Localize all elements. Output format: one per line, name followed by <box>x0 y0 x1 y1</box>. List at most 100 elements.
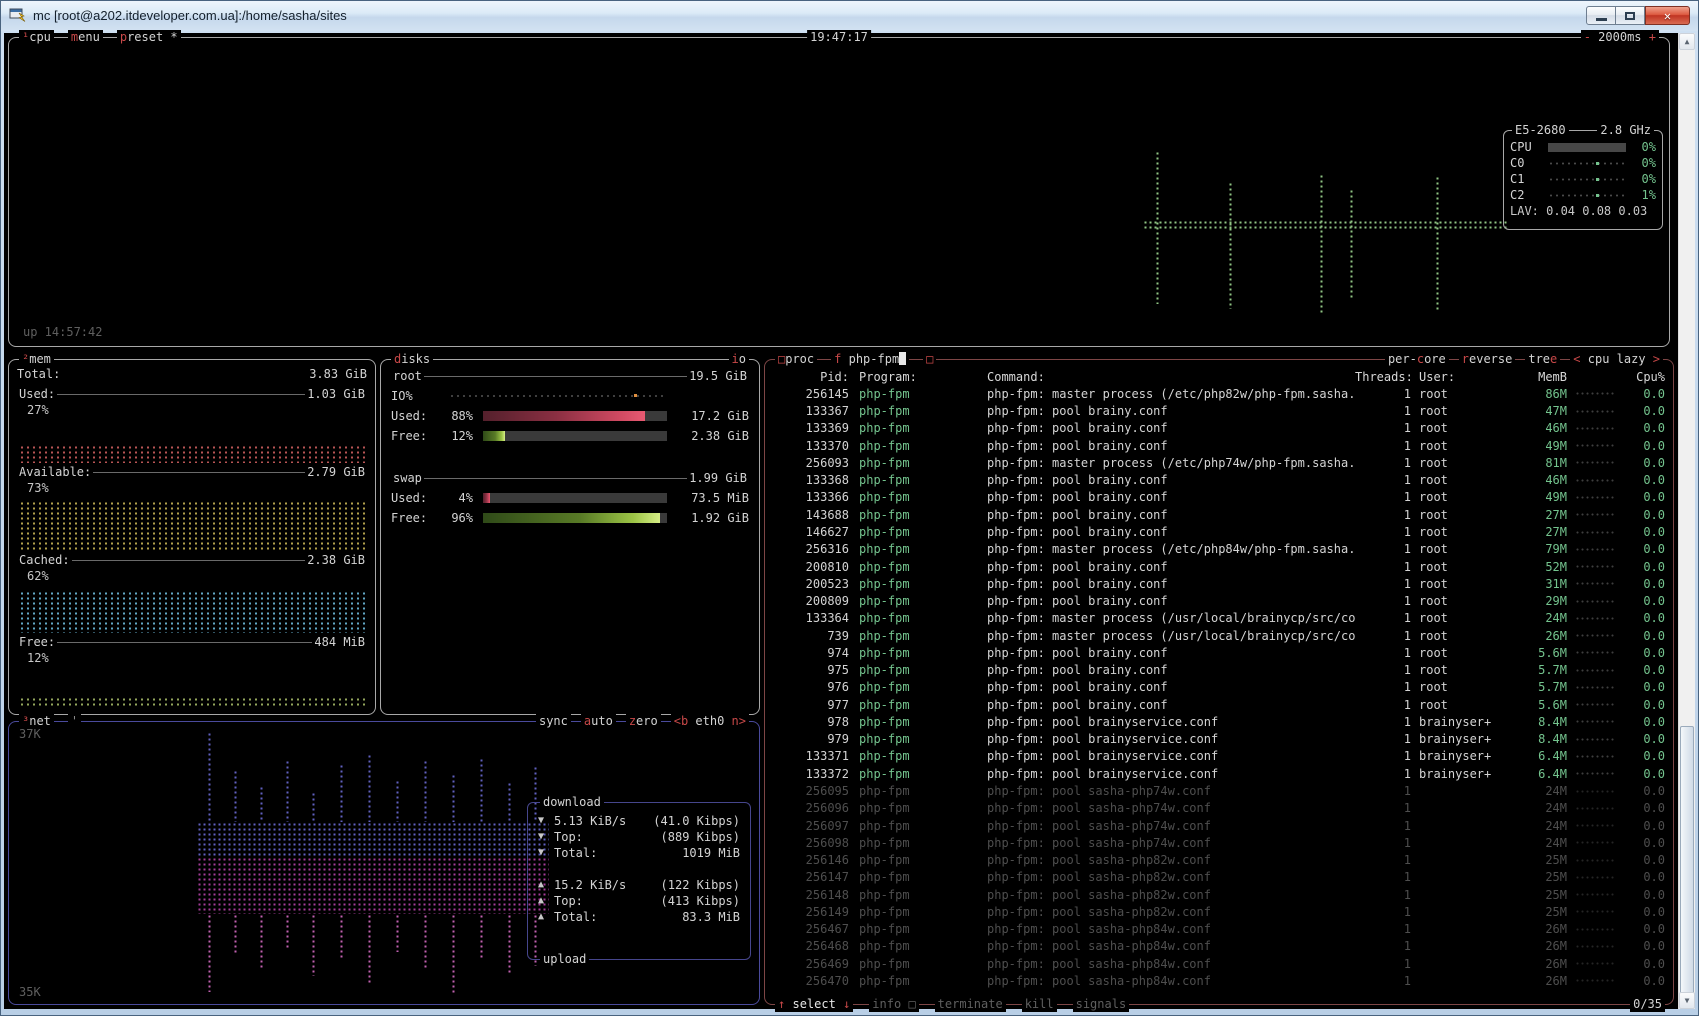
mem-section: Available:2.79 GiB73% <box>17 464 367 552</box>
net-auto-toggle[interactable]: auto <box>581 714 616 729</box>
process-row[interactable]: 143688php-fpmphp-fpm: pool brainy.conf1r… <box>773 506 1665 523</box>
scrollbar[interactable]: ▲ ▼ <box>1678 33 1695 1009</box>
col-threads[interactable]: Threads: <box>1355 369 1411 385</box>
net-tick: ' <box>68 714 81 729</box>
maximize-button[interactable] <box>1616 6 1645 25</box>
process-row[interactable]: 256097php-fpmphp-fpm: pool sasha-php74w.… <box>773 817 1665 834</box>
process-table: Pid: Program: Command: Threads: User: Me… <box>773 368 1665 992</box>
disk-swap-name: swap <box>391 470 424 486</box>
process-row[interactable]: 256146php-fpmphp-fpm: pool sasha-php82w.… <box>773 851 1665 868</box>
tree-view-toggle[interactable]: tree <box>1525 352 1560 367</box>
process-row[interactable]: 739php-fpmphp-fpm: master process (/usr/… <box>773 627 1665 644</box>
process-row[interactable]: 256096php-fpmphp-fpm: pool sasha-php74w.… <box>773 800 1665 817</box>
minimize-button[interactable] <box>1586 6 1616 25</box>
net-interface-switcher[interactable]: <b eth0 n> <box>671 714 749 729</box>
net-sync-toggle[interactable]: sync <box>536 714 571 729</box>
process-row[interactable]: 133366php-fpmphp-fpm: pool brainy.conf1r… <box>773 489 1665 506</box>
disk-swap-free-row: Free: 96% 1.92 GiB <box>391 510 749 526</box>
info-action[interactable]: info □ <box>869 997 918 1012</box>
process-row[interactable]: 977php-fpmphp-fpm: pool brainy.conf1root… <box>773 696 1665 713</box>
process-row[interactable]: 133372php-fpmphp-fpm: pool brainyservice… <box>773 765 1665 782</box>
mem-total-value: 3.83 GiB <box>309 366 367 386</box>
process-row[interactable]: 256098php-fpmphp-fpm: pool sasha-php74w.… <box>773 834 1665 851</box>
network-panel: ³net ' sync auto zero <b eth0 n> 37K 35K… <box>8 721 760 1005</box>
process-row[interactable]: 133368php-fpmphp-fpm: pool brainy.conf1r… <box>773 472 1665 489</box>
reverse-sort-toggle[interactable]: reverse <box>1459 352 1516 367</box>
process-row[interactable]: 146627php-fpmphp-fpm: pool brainy.conf1r… <box>773 523 1665 540</box>
process-row[interactable]: 256093php-fpmphp-fpm: master process (/e… <box>773 454 1665 471</box>
text-cursor <box>899 352 906 365</box>
process-row[interactable]: 133371php-fpmphp-fpm: pool brainyservice… <box>773 748 1665 765</box>
process-row[interactable]: 200810php-fpmphp-fpm: pool brainy.conf1r… <box>773 558 1665 575</box>
load-average: LAV: 0.04 0.08 0.03 <box>1510 203 1656 219</box>
cpu-panel: ¹cpu menu preset * 19:47:17 - 2000ms + E… <box>8 37 1670 347</box>
window-title: mc [root@a202.itdeveloper.com.ua]:/home/… <box>33 8 347 23</box>
app-window: mc [root@a202.itdeveloper.com.ua]:/home/… <box>0 0 1699 1016</box>
tab-disks[interactable]: disks <box>391 352 433 367</box>
process-row[interactable]: 133370php-fpmphp-fpm: pool brainy.conf1r… <box>773 437 1665 454</box>
tab-cpu[interactable]: ¹cpu <box>19 30 54 45</box>
col-cpu[interactable]: Cpu% <box>1623 369 1665 385</box>
signals-action[interactable]: signals <box>1073 997 1130 1012</box>
per-core-toggle[interactable]: per-core <box>1385 352 1449 367</box>
process-row[interactable]: 256147php-fpmphp-fpm: pool sasha-php82w.… <box>773 869 1665 886</box>
used-label: Used: <box>391 408 439 424</box>
menu-button[interactable]: menu <box>68 30 103 45</box>
process-row[interactable]: 256468php-fpmphp-fpm: pool sasha-php84w.… <box>773 938 1665 955</box>
col-memb[interactable]: MemB <box>1511 369 1567 385</box>
process-row[interactable]: 256316php-fpmphp-fpm: master process (/e… <box>773 541 1665 558</box>
process-row[interactable]: 256148php-fpmphp-fpm: pool sasha-php82w.… <box>773 886 1665 903</box>
root-free-bar <box>483 431 667 441</box>
net-scale-bottom: 35K <box>19 984 41 1000</box>
process-row[interactable]: 133367php-fpmphp-fpm: pool brainy.conf1r… <box>773 403 1665 420</box>
kill-action[interactable]: kill <box>1022 997 1057 1012</box>
clock: 19:47:17 <box>807 30 871 45</box>
col-command[interactable]: Command: <box>987 369 1355 385</box>
select-control[interactable]: ↑ select ↓ <box>775 997 853 1012</box>
cpu-model: E5-2680 <box>1512 123 1569 138</box>
interval-decrease-button[interactable]: - <box>1584 30 1591 44</box>
process-row[interactable]: 256145php-fpmphp-fpm: master process (/e… <box>773 385 1665 402</box>
process-row[interactable]: 133364php-fpmphp-fpm: master process (/u… <box>773 610 1665 627</box>
scroll-up-button[interactable]: ▲ <box>1679 33 1695 50</box>
process-row[interactable]: 975php-fpmphp-fpm: pool brainy.conf1root… <box>773 662 1665 679</box>
process-row[interactable]: 200809php-fpmphp-fpm: pool brainy.conf1r… <box>773 592 1665 609</box>
process-row[interactable]: 256149php-fpmphp-fpm: pool sasha-php82w.… <box>773 903 1665 920</box>
process-row[interactable]: 256095php-fpmphp-fpm: pool sasha-php74w.… <box>773 782 1665 799</box>
net-zero-toggle[interactable]: zero <box>626 714 661 729</box>
preset-button[interactable]: preset * <box>117 30 181 45</box>
net-scale-top: 37K <box>19 726 41 742</box>
titlebar[interactable]: mc [root@a202.itdeveloper.com.ua]:/home/… <box>1 1 1698 31</box>
interval-increase-button[interactable]: + <box>1649 30 1656 44</box>
col-user[interactable]: User: <box>1419 369 1511 385</box>
used-pct: 4% <box>439 490 473 506</box>
io-toggle[interactable]: io <box>729 352 749 367</box>
update-interval: - 2000ms + <box>1581 30 1659 45</box>
process-row[interactable]: 256469php-fpmphp-fpm: pool sasha-php84w.… <box>773 955 1665 972</box>
col-program[interactable]: Program: <box>859 369 987 385</box>
process-actions: ↑ select ↓ info □ terminate kill signals <box>775 997 1129 1012</box>
process-row[interactable]: 974php-fpmphp-fpm: pool brainy.conf1root… <box>773 644 1665 661</box>
mem-sections: Used:1.03 GiB27%Available:2.79 GiB73%Cac… <box>17 386 367 708</box>
process-row[interactable]: 200523php-fpmphp-fpm: pool brainy.conf1r… <box>773 575 1665 592</box>
process-row[interactable]: 978php-fpmphp-fpm: pool brainyservice.co… <box>773 713 1665 730</box>
cpu-history-graph <box>1063 114 1523 324</box>
process-row[interactable]: 976php-fpmphp-fpm: pool brainy.conf1root… <box>773 679 1665 696</box>
tab-mem[interactable]: ²mem <box>19 352 54 367</box>
process-row[interactable]: 256470php-fpmphp-fpm: pool sasha-php84w.… <box>773 972 1665 989</box>
upload-label: upload <box>540 952 589 967</box>
close-button[interactable]: ✕ <box>1645 6 1690 25</box>
download-label: download <box>540 795 604 810</box>
process-filter-input[interactable]: f php-fpm <box>831 352 909 367</box>
scrollbar-thumb[interactable] <box>1680 726 1694 999</box>
disk-root-io-row: IO% <box>391 388 749 404</box>
tab-proc[interactable]: □proc <box>775 352 817 367</box>
process-row[interactable]: 133369php-fpmphp-fpm: pool brainy.conf1r… <box>773 420 1665 437</box>
mem-total-label: Total: <box>17 366 60 386</box>
process-row[interactable]: 979php-fpmphp-fpm: pool brainyservice.co… <box>773 731 1665 748</box>
terminate-action[interactable]: terminate <box>935 997 1006 1012</box>
process-row[interactable]: 256467php-fpmphp-fpm: pool sasha-php84w.… <box>773 921 1665 938</box>
scroll-down-button[interactable]: ▼ <box>1679 992 1695 1009</box>
col-pid[interactable]: Pid: <box>773 369 849 385</box>
sort-column-switcher[interactable]: < cpu lazy > <box>1570 352 1663 367</box>
